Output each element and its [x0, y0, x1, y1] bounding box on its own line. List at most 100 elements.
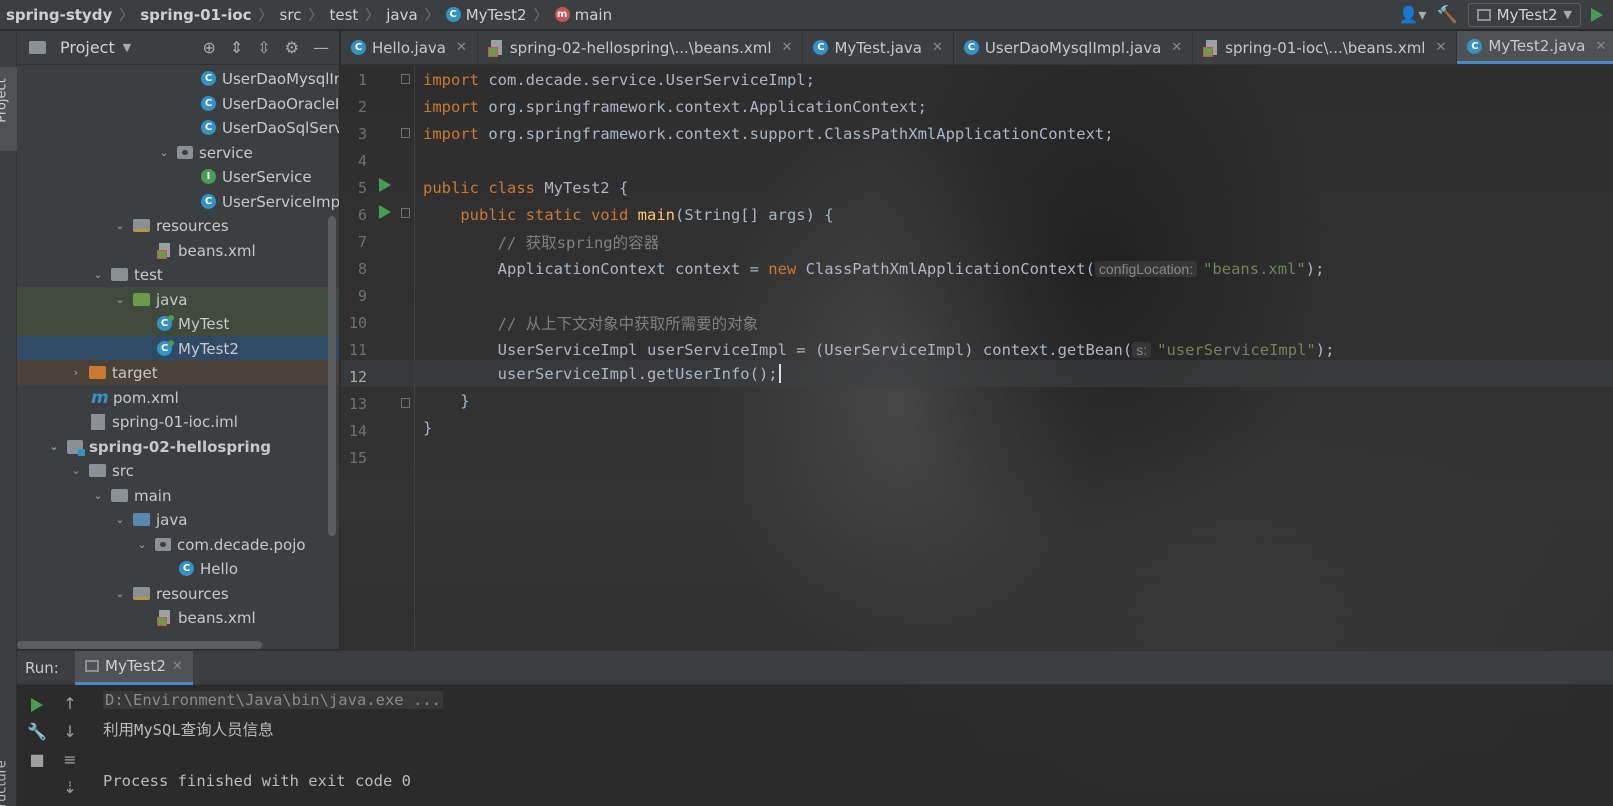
tab-userdaomysqlimpl-java[interactable]: C UserDaoMysqlImpl.java ✕ — [954, 31, 1194, 64]
tree-item[interactable]: C Hello — [17, 556, 339, 581]
breadcrumb-java[interactable]: java — [386, 6, 417, 24]
chevron-down-icon[interactable]: ⌄ — [91, 489, 105, 502]
fold-icon[interactable] — [401, 398, 410, 408]
run-configuration-selector[interactable]: MyTest2 ▼ — [1467, 2, 1581, 27]
close-icon[interactable]: ✕ — [782, 40, 793, 55]
gear-icon[interactable]: ⚙ — [285, 38, 299, 57]
down-arrow-icon[interactable]: ↓ — [60, 721, 80, 741]
tab-beans-xml-ioc[interactable]: spring-01-ioc\...\beans.xml ✕ — [1193, 31, 1458, 64]
tree-item[interactable]: spring-01-ioc.iml — [17, 409, 339, 434]
tree-item[interactable]: › target — [17, 360, 339, 385]
tree-item[interactable]: C UserDaoOracleImpl — [17, 91, 339, 116]
chevron-down-icon[interactable]: ⌄ — [113, 293, 127, 306]
tab-mytest-java[interactable]: C MyTest.java ✕ — [803, 31, 954, 64]
structure-tool-label[interactable]: Structure — [0, 760, 10, 806]
tree-item[interactable]: C UserDaoSqlServerImpl — [17, 115, 339, 140]
chevron-down-icon[interactable]: ⌄ — [157, 146, 171, 159]
wrench-icon[interactable]: 🔧 — [27, 721, 47, 741]
chevron-down-icon[interactable]: ⌄ — [113, 587, 127, 600]
tree-item[interactable]: ⌄ java — [17, 287, 339, 312]
fold-icon[interactable] — [401, 74, 410, 84]
soft-wrap-icon[interactable]: ≡ — [60, 749, 80, 769]
breadcrumb-separator-icon: 〉 — [119, 7, 134, 24]
tree-item[interactable]: ⌄ service — [17, 140, 339, 165]
tree-item[interactable]: ⌄ java — [17, 507, 339, 532]
tree-item[interactable]: I UserService — [17, 164, 339, 189]
close-icon[interactable]: ✕ — [932, 40, 943, 55]
console-command-line[interactable]: D:\Environment\Java\bin\java.exe ... — [103, 691, 443, 709]
breadcrumb-src[interactable]: src — [280, 6, 302, 24]
locate-icon[interactable]: ⊕ — [202, 38, 215, 57]
breadcrumb-test[interactable]: test — [329, 6, 358, 24]
tree-item[interactable]: C UserDaoMysqlImpl — [17, 66, 339, 91]
tree-item[interactable]: ⌄ main — [17, 483, 339, 508]
tree-item[interactable]: beans.xml — [17, 605, 339, 630]
run-tab-mytest2[interactable]: MyTest2 ✕ — [75, 650, 193, 685]
tree-item[interactable]: ⌄ resources — [17, 213, 339, 238]
close-icon[interactable]: ✕ — [1171, 40, 1182, 55]
breadcrumb-separator-icon: 〉 — [258, 7, 273, 24]
breadcrumb-module[interactable]: spring-01-ioc — [140, 6, 251, 24]
tree-item[interactable]: ⌄ spring-02-hellospring — [17, 434, 339, 459]
resources-folder-icon — [133, 587, 150, 600]
rerun-icon[interactable] — [27, 695, 47, 715]
code-editor[interactable]: 1 2 3 4 5 6 7 8 9 10 11 12 13 14 15 impo… — [341, 66, 1613, 650]
console-output[interactable]: D:\Environment\Java\bin\java.exe ... 利用M… — [103, 685, 1613, 806]
expand-all-icon[interactable]: ⇕ — [230, 38, 243, 57]
chevron-down-icon[interactable]: ⌄ — [113, 219, 127, 232]
tree-item[interactable]: C MyTest — [17, 311, 339, 336]
collapse-all-icon[interactable]: ⇳ — [257, 38, 270, 57]
tree-horizontal-scrollbar[interactable] — [17, 641, 262, 649]
hide-panel-icon[interactable]: — — [313, 38, 329, 57]
tab-label: spring-01-ioc\...\beans.xml — [1225, 38, 1426, 57]
project-panel-title[interactable]: Project — [60, 38, 115, 57]
breadcrumb-method[interactable]: m main — [554, 6, 612, 24]
class-icon: C — [201, 96, 216, 111]
line-number: 4 — [357, 152, 367, 170]
tree-item[interactable]: m pom.xml — [17, 385, 339, 410]
tab-mytest2-java[interactable]: C MyTest2.java ✕ — [1457, 31, 1613, 64]
user-icon[interactable]: 👤▾ — [1399, 5, 1427, 24]
close-icon[interactable]: ✕ — [456, 40, 467, 55]
chevron-down-icon[interactable]: ⌄ — [69, 464, 83, 477]
project-tool-label[interactable]: Project — [0, 78, 10, 122]
breadcrumb-class[interactable]: C MyTest2 — [445, 6, 527, 24]
tree-item[interactable]: C UserServiceImpl — [17, 189, 339, 214]
stop-icon[interactable]: ■ — [27, 749, 47, 769]
chevron-right-icon[interactable]: › — [69, 366, 83, 379]
run-class-gutter-icon[interactable] — [379, 178, 391, 192]
close-icon[interactable]: ✕ — [1435, 40, 1446, 55]
breadcrumb-project[interactable]: spring-stydy — [6, 6, 112, 24]
breadcrumb-separator-icon: 〉 — [365, 7, 380, 24]
build-hammer-icon[interactable]: 🔨 — [1436, 5, 1457, 25]
scroll-to-end-icon[interactable]: ⇣ — [60, 777, 80, 797]
keyword: import — [423, 124, 479, 143]
tree-vertical-scrollbar[interactable] — [328, 216, 336, 536]
tab-beans-xml-hellospring[interactable]: spring-02-hellospring\...\beans.xml ✕ — [478, 31, 804, 64]
console-line: Process finished with exit code 0 — [103, 772, 411, 790]
tab-hello-java[interactable]: C Hello.java ✕ — [341, 31, 478, 64]
chevron-down-icon[interactable]: ⌄ — [113, 513, 127, 526]
chevron-down-icon[interactable]: ⌄ — [135, 538, 149, 551]
tree-item[interactable]: beans.xml — [17, 238, 339, 263]
fold-icon[interactable] — [401, 208, 410, 218]
chevron-down-icon[interactable]: ▼ — [123, 41, 131, 54]
class-icon: C — [201, 194, 216, 209]
tree-item-selected[interactable]: C MyTest2 — [17, 336, 339, 361]
tree-item[interactable]: ⌄ resources — [17, 581, 339, 606]
tree-item[interactable]: ⌄ com.decade.pojo — [17, 532, 339, 557]
close-icon[interactable]: ✕ — [1596, 39, 1607, 54]
chevron-down-icon[interactable]: ⌄ — [91, 268, 105, 281]
tree-item[interactable]: ⌄ test — [17, 262, 339, 287]
chevron-down-icon[interactable]: ⌄ — [47, 440, 61, 453]
line-number: 15 — [348, 449, 367, 467]
fold-icon[interactable] — [401, 128, 410, 138]
run-main-gutter-icon[interactable] — [379, 205, 391, 219]
up-arrow-icon[interactable]: ↑ — [60, 693, 80, 713]
close-icon[interactable]: ✕ — [172, 659, 183, 674]
tree-item[interactable]: ⌄ src — [17, 458, 339, 483]
run-button[interactable] — [1591, 7, 1603, 22]
parameter-hint: s: — [1132, 341, 1152, 358]
run-toolbar: ↑ 🔧 ↓ ■ ≡ ⇣ — [17, 685, 89, 806]
